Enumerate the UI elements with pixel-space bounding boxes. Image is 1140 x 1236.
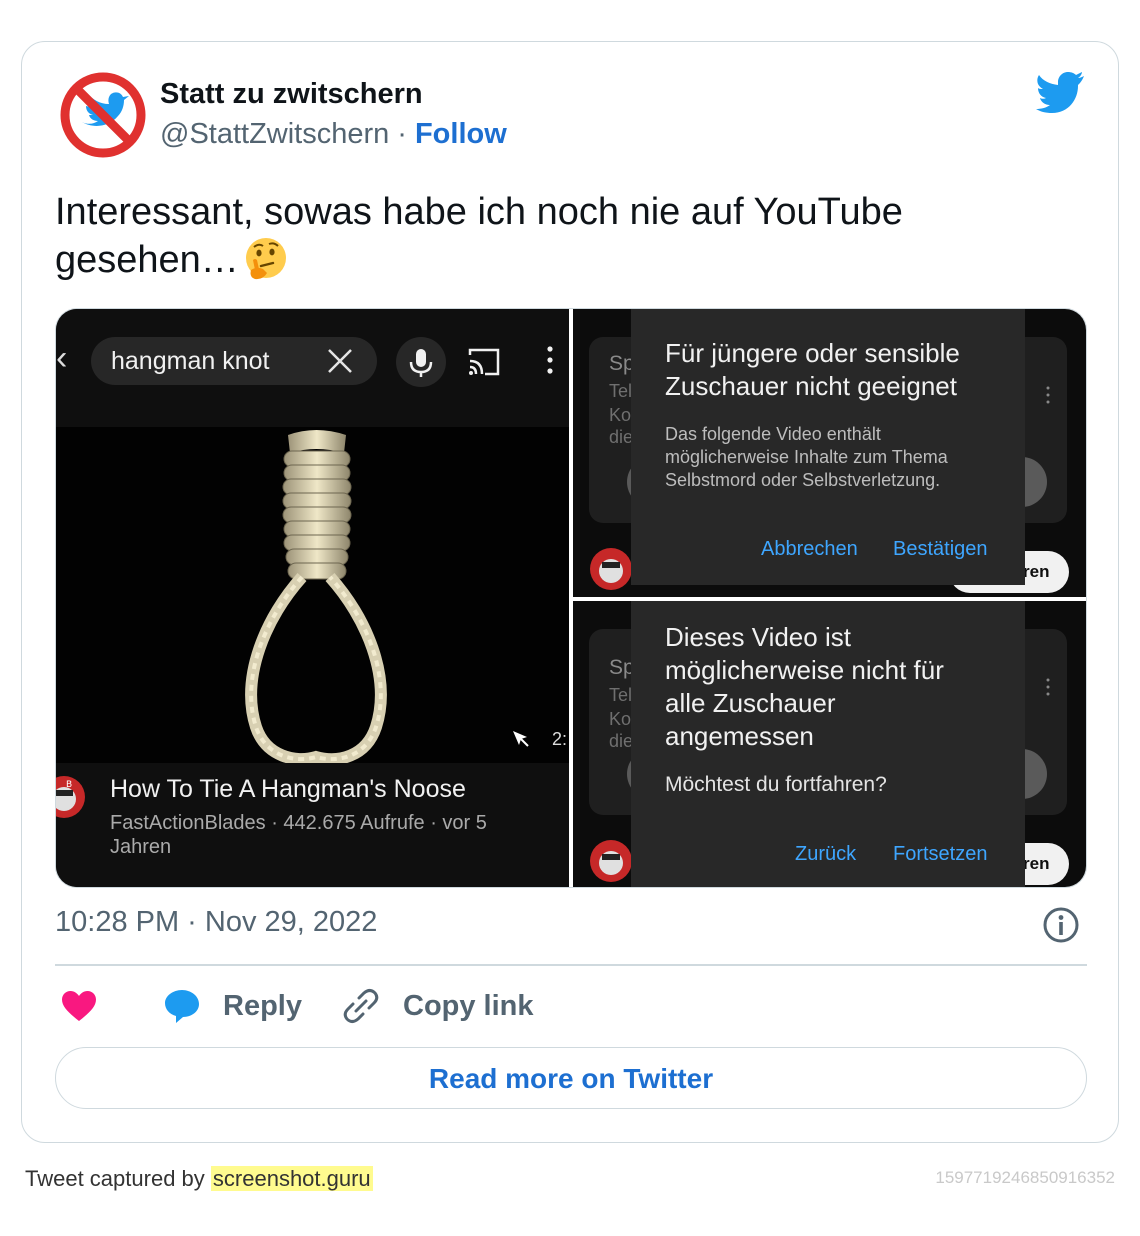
video-title: How To Tie A Hangman's Noose [110,775,466,803]
copy-link-button[interactable]: Copy link [403,990,534,1023]
warning-dialog: Für jüngere oder sensible Zuschauer nich… [631,309,1025,585]
heart-icon[interactable] [61,990,97,1022]
background-text: Ko [609,405,632,425]
screenshot-guru-link[interactable]: screenshot.guru [210,1166,373,1191]
author-handle[interactable]: @StattZwitschern [160,118,389,150]
dialog-body: Möchtest du fortfahren? [665,773,887,796]
cast-icon [468,348,500,376]
noose-rope-image [245,430,387,763]
channel-avatar [590,840,632,882]
video-thumbnail: 2: [56,427,569,763]
link-icon[interactable] [343,988,379,1024]
cancel-button[interactable]: Abbrechen [761,538,858,561]
warning-dialog: Dieses Video ist möglicherweise nicht fü… [631,601,1025,887]
media-grid[interactable]: ‹ hangman knot 2: B How To Tie A Hangman… [55,308,1087,888]
background-text: Tel [609,685,633,705]
thinking-face-emoji [245,238,286,280]
more-vert-icon [547,346,553,374]
yt-search-query: hangman knot [111,347,270,375]
close-icon [328,349,352,373]
author-handle-row: @StattZwitschern · Follow [160,118,507,151]
separator-dot: · [397,118,407,150]
divider [55,964,1087,966]
tweet-card: Statt zu zwitschern @StattZwitschern · Fol… [21,41,1119,1143]
captured-prefix: Tweet captured by [25,1166,205,1191]
dialog-body: Das folgende Video enthält möglicherweis… [665,424,948,490]
background-text: Ko [609,709,632,729]
back-button[interactable]: Zurück [795,843,856,866]
read-more-button[interactable]: Read more on Twitter [55,1047,1087,1109]
confirm-button[interactable]: Bestätigen [893,538,988,561]
more-vert-icon [1046,678,1050,696]
tweet-text-content: Interessant, sowas habe ich noch nie auf… [55,191,903,281]
channel-avatar [590,548,632,590]
twitter-bird-icon[interactable] [1036,70,1086,114]
mic-icon [409,349,433,377]
background-text: die [609,427,634,447]
background-text: die [609,731,634,751]
tweet-timestamp[interactable]: 10:28 PM · Nov 29, 2022 [55,906,377,939]
cursor-icon [513,731,529,747]
info-icon[interactable] [1042,906,1080,944]
mic-button [396,337,446,387]
reply-bubble-icon[interactable] [163,988,201,1024]
reply-button[interactable]: Reply [223,990,302,1023]
channel-avatar: B [56,776,85,818]
follow-button[interactable]: Follow [415,118,507,150]
back-arrow-icon: ‹ [56,339,68,377]
svg-text:B: B [66,780,72,790]
captured-by-text: Tweet captured by screenshot.guru [25,1166,373,1192]
media-image-warning-dialog-1[interactable]: Sp Tel Ko die ren Für jüngere oder sensi… [573,309,1086,597]
ban-bird-avatar[interactable] [58,70,148,160]
tweet-text: Interessant, sowas habe ich noch nie auf… [55,188,1075,284]
background-text: Tel [609,381,633,401]
media-image-youtube-search[interactable]: ‹ hangman knot 2: B How To Tie A Hangman… [56,309,569,887]
video-duration: 2: [552,729,568,749]
video-info: B How To Tie A Hangman's Noose FastActio… [56,763,569,887]
dialog-title: Für jüngere oder sensible Zuschauer nich… [665,338,960,401]
yt-search-bar-area: ‹ hangman knot [56,309,569,427]
media-image-warning-dialog-2[interactable]: Sp Tel Ko die ren Dieses Video ist mögli… [573,601,1086,887]
tweet-id: 1597719246850916352 [935,1168,1115,1187]
yt-search-pill: hangman knot [91,337,377,385]
continue-button[interactable]: Fortsetzen [893,843,987,866]
dialog-title: Dieses Video ist möglicherweise nicht fü… [665,622,944,751]
action-bar: Reply Copy link [55,984,1087,1028]
author-name[interactable]: Statt zu zwitschern [160,78,423,111]
more-vert-icon [1046,386,1050,404]
video-meta: FastActionBlades · 442.675 Aufrufe · vor… [110,812,487,858]
